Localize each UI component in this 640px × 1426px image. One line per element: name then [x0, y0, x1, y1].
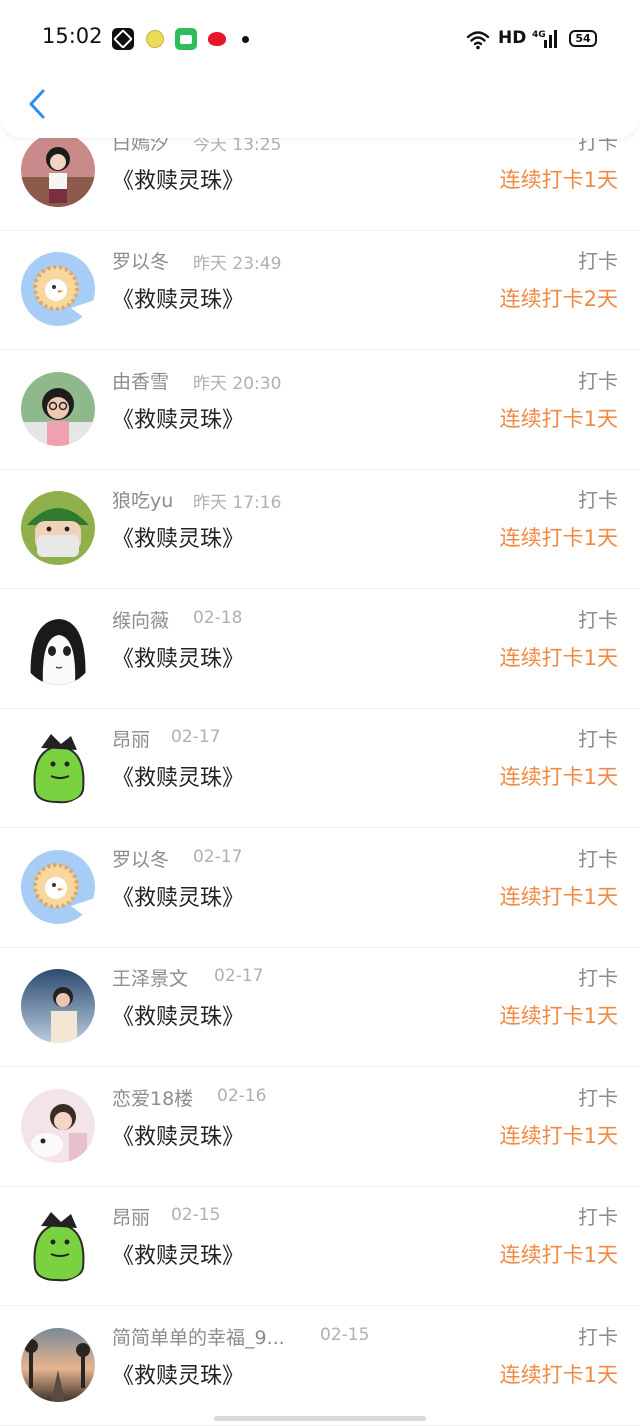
book-title[interactable]: 《救赎灵珠》 [112, 641, 244, 673]
user-name[interactable]: 罗以冬 [112, 247, 169, 274]
checkin-label: 打卡 [578, 1086, 618, 1110]
header-bar: 15:02 HD 4G 54 [0, 0, 640, 138]
checkin-row[interactable]: 缑向薇 02-18 《救赎灵珠》 打卡连续打卡1天 [0, 590, 640, 709]
status-time: 15:02 [42, 24, 103, 48]
user-name[interactable]: 罗以冬 [112, 845, 169, 872]
streak-label: 连续打卡1天 [499, 407, 618, 431]
streak-label: 连续打卡2天 [499, 287, 618, 311]
capcut-icon [112, 28, 134, 50]
book-title[interactable]: 《救赎灵珠》 [112, 402, 244, 434]
avatar[interactable] [21, 372, 95, 446]
streak-label: 连续打卡1天 [499, 1124, 618, 1148]
row-divider [0, 349, 640, 350]
avatar[interactable] [21, 969, 95, 1043]
book-title[interactable]: 《救赎灵珠》 [112, 521, 244, 553]
checkin-label: 打卡 [578, 608, 618, 632]
checkin-label: 打卡 [578, 369, 618, 393]
checkin-time: 昨天 17:16 [193, 493, 282, 513]
user-name[interactable]: 王泽景文 [112, 964, 188, 991]
checkin-label: 打卡 [578, 249, 618, 273]
streak-label: 连续打卡1天 [499, 885, 618, 909]
row-divider [0, 1305, 640, 1306]
chick-icon [144, 28, 166, 50]
back-button[interactable] [22, 84, 52, 124]
book-title[interactable]: 《救赎灵珠》 [112, 282, 244, 314]
book-title[interactable]: 《救赎灵珠》 [112, 880, 244, 912]
book-title[interactable]: 《救赎灵珠》 [112, 1358, 244, 1390]
row-divider [0, 588, 640, 589]
avatar[interactable] [21, 850, 95, 924]
checkin-time: 02-16 [217, 1086, 267, 1106]
user-name[interactable]: 缑向薇 [112, 606, 169, 633]
book-title[interactable]: 《救赎灵珠》 [112, 1119, 244, 1151]
checkin-label: 打卡 [578, 727, 618, 751]
signal-label: 4G [532, 30, 546, 40]
checkin-row[interactable]: 罗以冬 02-17 《救赎灵珠》 打卡连续打卡1天 [0, 829, 640, 948]
user-name[interactable]: 恋爱18楼 [112, 1084, 193, 1111]
streak-label: 连续打卡1天 [499, 765, 618, 789]
checkin-row[interactable]: 王泽景文 02-17 《救赎灵珠》 打卡连续打卡1天 [0, 948, 640, 1067]
user-name[interactable]: 昂丽 [112, 1203, 150, 1230]
user-name[interactable]: 狼吃yu [112, 486, 173, 513]
avatar[interactable] [21, 133, 95, 207]
avatar[interactable] [21, 1089, 95, 1163]
checkin-label: 打卡 [578, 488, 618, 512]
signal-icon: 4G [532, 30, 557, 48]
checkin-time: 02-17 [171, 727, 221, 747]
checkin-row[interactable]: 昂丽 02-15 《救赎灵珠》 打卡连续打卡1天 [0, 1187, 640, 1306]
avatar[interactable] [21, 611, 95, 685]
book-title[interactable]: 《救赎灵珠》 [112, 1238, 244, 1270]
dot-icon [242, 36, 249, 43]
user-name[interactable]: 由香雪 [112, 367, 169, 394]
checkin-time: 昨天 23:49 [193, 254, 282, 274]
row-divider [0, 827, 640, 828]
checkin-row[interactable]: 由香雪 昨天 20:30 《救赎灵珠》 打卡连续打卡1天 [0, 351, 640, 470]
checkin-time: 02-15 [171, 1205, 221, 1225]
checkin-label: 打卡 [578, 966, 618, 990]
checkin-row[interactable]: 罗以冬 昨天 23:49 《救赎灵珠》 打卡连续打卡2天 [0, 231, 640, 350]
checkin-time: 02-18 [193, 608, 243, 628]
avatar[interactable] [21, 730, 95, 804]
home-indicator[interactable] [214, 1416, 426, 1421]
checkin-label: 打卡 [578, 1205, 618, 1229]
streak-label: 连续打卡1天 [499, 646, 618, 670]
row-divider [0, 1066, 640, 1067]
streak-label: 连续打卡1天 [499, 1004, 618, 1028]
chevron-left-icon [29, 89, 45, 119]
streak-label: 连续打卡1天 [499, 1243, 618, 1267]
streak-label: 连续打卡1天 [499, 1363, 618, 1387]
checkin-time: 02-17 [193, 847, 243, 867]
checkin-label: 打卡 [578, 1325, 618, 1349]
streak-label: 连续打卡1天 [499, 168, 618, 192]
avatar[interactable] [21, 1208, 95, 1282]
user-name[interactable]: 简简单单的幸福_9... [112, 1323, 285, 1350]
weibo-icon [206, 28, 228, 50]
avatar[interactable] [21, 252, 95, 326]
streak-label: 连续打卡1天 [499, 526, 618, 550]
checkin-time: 02-15 [320, 1325, 370, 1345]
chat-icon [175, 28, 197, 50]
avatar[interactable] [21, 1328, 95, 1402]
checkin-label: 打卡 [578, 847, 618, 871]
checkin-row[interactable]: 简简单单的幸福_9... 02-15 《救赎灵珠》 打卡连续打卡1天 [0, 1307, 640, 1426]
user-name[interactable]: 昂丽 [112, 725, 150, 752]
book-title[interactable]: 《救赎灵珠》 [112, 999, 244, 1031]
checkin-time: 02-17 [214, 966, 264, 986]
avatar[interactable] [21, 491, 95, 565]
checkin-row[interactable]: 昂丽 02-17 《救赎灵珠》 打卡连续打卡1天 [0, 709, 640, 828]
wifi-icon [466, 31, 490, 50]
battery-icon: 54 [569, 30, 597, 47]
book-title[interactable]: 《救赎灵珠》 [112, 760, 244, 792]
network-type: HD [498, 28, 527, 48]
checkin-time: 昨天 20:30 [193, 374, 282, 394]
book-title[interactable]: 《救赎灵珠》 [112, 163, 244, 195]
checkin-row[interactable]: 恋爱18楼 02-16 《救赎灵珠》 打卡连续打卡1天 [0, 1068, 640, 1187]
checkin-row[interactable]: 狼吃yu 昨天 17:16 《救赎灵珠》 打卡连续打卡1天 [0, 470, 640, 589]
